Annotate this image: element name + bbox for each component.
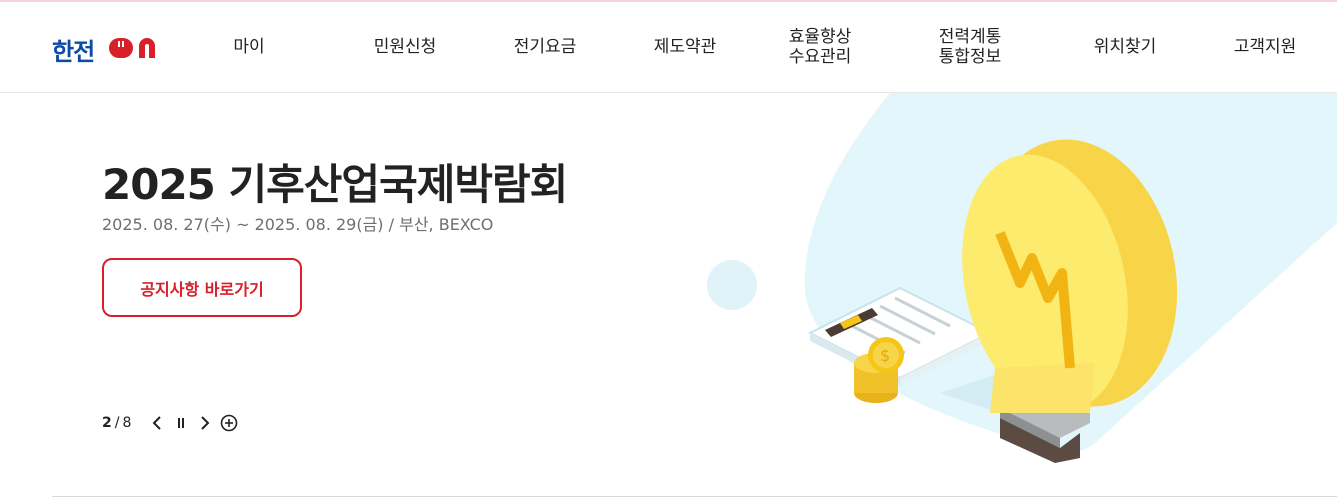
nav-label-line2: 통합정보 [938, 47, 1002, 67]
slide-current: 2 [102, 415, 112, 431]
nav-item-terms[interactable]: 제도약관 [640, 2, 730, 92]
nav-label-line2: 수요관리 [788, 47, 852, 67]
nav-label: 민원신청 [373, 37, 437, 57]
hero-subtitle: 2025. 08. 27(수) ~ 2025. 08. 29(금) / 부산, … [102, 215, 494, 234]
nav-label: 위치찾기 [1093, 37, 1157, 57]
nav-item-electricity-bill[interactable]: 전기요금 [500, 2, 590, 92]
lightbulb-illustration: $ [707, 93, 1337, 463]
slide-pager: 2 / 8 [102, 411, 241, 435]
nav-item-my[interactable]: 마이 [212, 2, 286, 92]
nav-label: 제도약관 [653, 37, 717, 57]
nav-item-efficiency[interactable]: 효율향상 수요관리 [775, 2, 865, 92]
svg-text:$: $ [880, 346, 890, 365]
slide-total: 8 [122, 415, 132, 431]
section-divider [52, 496, 1337, 497]
logo-text: 한전 [52, 38, 95, 66]
notice-link-button[interactable]: 공지사항 바로가기 [102, 258, 302, 317]
logo-on-mark [109, 38, 155, 58]
nav-item-grid-info[interactable]: 전력계통 통합정보 [925, 2, 1015, 92]
nav-label: 마이 [233, 37, 265, 57]
plus-circle-icon[interactable] [217, 411, 241, 435]
site-header: 한전 마이 민원신청 전기요금 제도약관 효율향상 수요관리 전력계통 통합정보… [0, 2, 1337, 93]
nav-label: 전기요금 [513, 37, 577, 57]
nav-item-support[interactable]: 고객지원 [1220, 2, 1310, 92]
slide-separator: / [114, 415, 120, 431]
nav-item-location[interactable]: 위치찾기 [1080, 2, 1170, 92]
nav-label: 고객지원 [1233, 37, 1297, 57]
logo[interactable]: 한전 [52, 32, 164, 66]
chevron-right-icon[interactable] [193, 411, 217, 435]
chevron-left-icon[interactable] [145, 411, 169, 435]
pause-icon[interactable] [169, 411, 193, 435]
hero-title: 2025 기후산업국제박람회 [102, 160, 568, 209]
hero-banner: $ 2025 기후산업국제박람회 2025. 08. 27(수) ~ 2025.… [0, 93, 1337, 498]
nav-label-line1: 효율향상 [788, 27, 852, 47]
nav-item-civil-request[interactable]: 민원신청 [360, 2, 450, 92]
nav-label-line1: 전력계통 [938, 27, 1002, 47]
